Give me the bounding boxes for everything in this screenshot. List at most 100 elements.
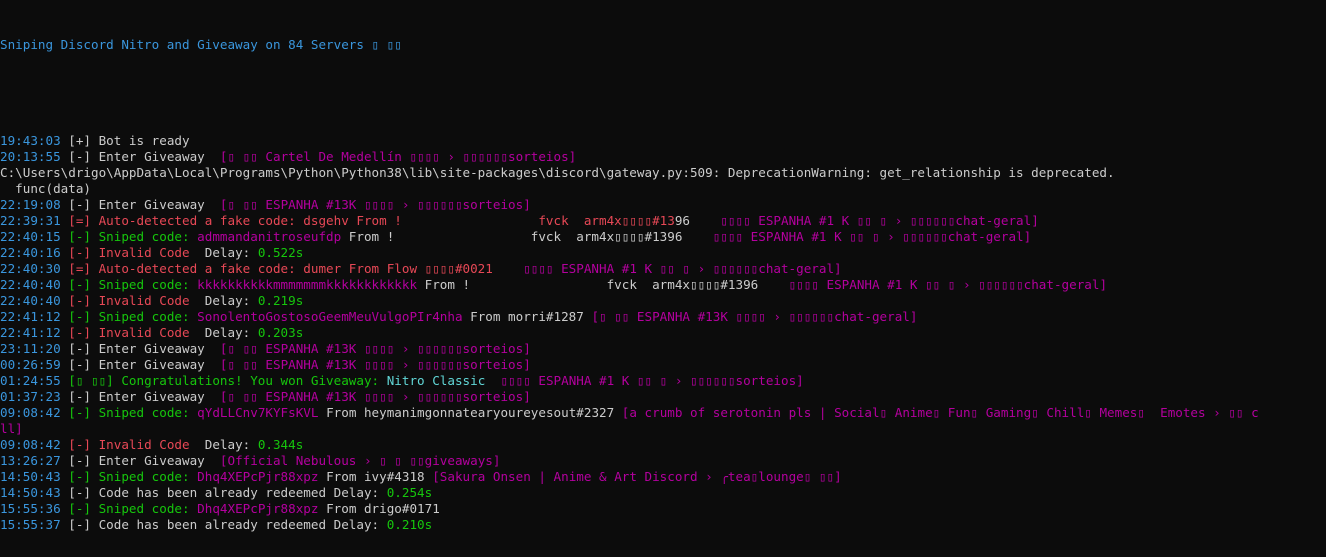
log-segment: [▯ ▯▯] Congratulations! You won Giveaway… xyxy=(60,373,387,388)
log-line: 01:37:23 [-] Enter Giveaway [▯ ▯▯ ESPANH… xyxy=(0,389,1326,405)
log-timestamp: 22:40:16 xyxy=(0,245,61,260)
log-segment: [-] Invalid Code xyxy=(60,325,205,340)
log-segment: ▯▯▯▯ ESPANHA #1 K ▯▯ ▯ › ▯▯▯▯▯▯chat-gera… xyxy=(712,229,1032,244)
log-segment: [-] Sniped code: xyxy=(60,309,198,324)
log-timestamp: 20:13:55 xyxy=(0,149,61,164)
log-timestamp: 22:39:31 xyxy=(0,213,61,228)
log-timestamp: 22:40:30 xyxy=(0,261,61,276)
log-segment: [-] Enter Giveaway xyxy=(60,149,220,164)
log-segment: qYdLLCnv7KYFsKVL xyxy=(197,405,319,420)
log-line: func(data) xyxy=(0,181,1326,197)
log-segment: 0.254s xyxy=(386,485,433,500)
log-segment: [-] Code has been already redeemed Delay… xyxy=(60,485,387,500)
log-segment: [Official Nebulous › ▯ ▯ ▯▯giveaways] xyxy=(219,453,501,468)
log-line: 22:41:12 [-] Sniped code: SonolentoGosto… xyxy=(0,309,1326,325)
log-segment: [-] Enter Giveaway xyxy=(60,389,220,404)
log-segment: ▯▯▯▯ ESPANHA #1 K ▯▯ ▯ › ▯▯▯▯▯▯sorteios] xyxy=(500,373,804,388)
log-segment: [▯ ▯▯ ESPANHA #13K ▯▯▯▯ › ▯▯▯▯▯▯sorteios… xyxy=(219,389,531,404)
log-segment: [▯ ▯▯ ESPANHA #13K ▯▯▯▯ › ▯▯▯▯▯▯sorteios… xyxy=(219,357,531,372)
log-line: 22:40:40 [-] Sniped code: kkkkkkkkkkmmmm… xyxy=(0,277,1326,293)
log-segment: From ! fvck arm4x▯▯▯▯#1396 xyxy=(341,229,713,244)
log-timestamp: 22:40:40 xyxy=(0,293,61,308)
log-segment: [▯ ▯▯ ESPANHA #13K ▯▯▯▯ › ▯▯▯▯▯▯chat-ger… xyxy=(591,309,918,324)
log-timestamp: 19:43:03 xyxy=(0,133,61,148)
log-line: 23:11:20 [-] Enter Giveaway [▯ ▯▯ ESPANH… xyxy=(0,341,1326,357)
log-segment: [-] Sniped code: xyxy=(60,229,198,244)
log-segment: [-] Sniped code: xyxy=(60,277,198,292)
log-timestamp: 14:50:43 xyxy=(0,469,61,484)
log-timestamp: 14:50:43 xyxy=(0,485,61,500)
log-segment: [-] Invalid Code xyxy=(60,437,205,452)
log-segment: [-] Invalid Code xyxy=(60,245,205,260)
log-segment: Dhq4XEPcPjr88xpz xyxy=(197,469,319,484)
log-timestamp: 13:26:27 xyxy=(0,453,61,468)
log-line: 14:50:43 [-] Sniped code: Dhq4XEPcPjr88x… xyxy=(0,469,1326,485)
log-segment: [Sakura Onsen | Anime & Art Discord › ╭t… xyxy=(432,469,842,484)
log-segment: [-] Enter Giveaway xyxy=(60,341,220,356)
log-line: 22:40:30 [=] Auto-detected a fake code: … xyxy=(0,261,1326,277)
log-segment: From ! fvck arm4x▯▯▯▯#1396 xyxy=(417,277,789,292)
log-line: 01:24:55 [▯ ▯▯] Congratulations! You won… xyxy=(0,373,1326,389)
log-timestamp: 09:08:42 xyxy=(0,405,61,420)
log-line: 15:55:37 [-] Code has been already redee… xyxy=(0,517,1326,533)
log-segment: Delay: xyxy=(204,293,258,308)
log-segment: [-] Sniped code: xyxy=(60,501,198,516)
log-segment: [-] Sniped code: xyxy=(60,469,198,484)
log-segment: Delay: xyxy=(204,245,258,260)
log-line: 00:26:59 [-] Enter Giveaway [▯ ▯▯ ESPANH… xyxy=(0,357,1326,373)
log-segment: [-] Code has been already redeemed Delay… xyxy=(60,517,387,532)
log-segment: [▯ ▯▯ ESPANHA #13K ▯▯▯▯ › ▯▯▯▯▯▯sorteios… xyxy=(219,197,531,212)
log-line: 09:08:42 [-] Sniped code: qYdLLCnv7KYFsK… xyxy=(0,405,1326,421)
log-segment: 96 xyxy=(674,213,721,228)
log-segment: func(data) xyxy=(0,181,91,196)
terminal-output[interactable]: Sniping Discord Nitro and Giveaway on 84… xyxy=(0,5,1326,549)
log-timestamp: 23:11:20 xyxy=(0,341,61,356)
log-line: 14:50:43 [-] Code has been already redee… xyxy=(0,485,1326,501)
log-segment: Delay: xyxy=(204,437,258,452)
log-timestamp: 22:41:12 xyxy=(0,325,61,340)
log-segment: From ivy#4318 xyxy=(318,469,433,484)
console-title: Sniping Discord Nitro and Giveaway on 84… xyxy=(0,37,402,52)
log-segment: C:\Users\drigo\AppData\Local\Programs\Py… xyxy=(0,165,1115,180)
log-segment: [=] Auto-detected a fake code: dumer Fro… xyxy=(60,261,524,276)
log-line: 09:08:42 [-] Invalid Code Delay: 0.344s xyxy=(0,437,1326,453)
log-segment: From morri#1287 xyxy=(462,309,592,324)
log-segment: Nitro Classic xyxy=(386,373,486,388)
log-segment: [-] Enter Giveaway xyxy=(60,197,220,212)
log-timestamp: 00:26:59 xyxy=(0,357,61,372)
log-segment: [-] Enter Giveaway xyxy=(60,453,220,468)
log-segment: 0.344s xyxy=(257,437,304,452)
log-line: 22:40:15 [-] Sniped code: admmandanitros… xyxy=(0,229,1326,245)
log-segment xyxy=(485,373,500,388)
log-segment: ▯▯▯▯ ESPANHA #1 K ▯▯ ▯ › ▯▯▯▯▯▯chat-gera… xyxy=(523,261,842,276)
log-timestamp: 22:40:15 xyxy=(0,229,61,244)
log-line: 15:55:36 [-] Sniped code: Dhq4XEPcPjr88x… xyxy=(0,501,1326,517)
log-segment: 0.203s xyxy=(257,325,304,340)
log-timestamp: 01:24:55 xyxy=(0,373,61,388)
log-segment: kkkkkkkkkkmmmmmmmkkkkkkkkkkkk xyxy=(197,277,418,292)
log-line: 22:41:12 [-] Invalid Code Delay: 0.203s xyxy=(0,325,1326,341)
log-timestamp: 22:19:08 xyxy=(0,197,61,212)
log-line: 22:19:08 [-] Enter Giveaway [▯ ▯▯ ESPANH… xyxy=(0,197,1326,213)
log-segment: [-] Enter Giveaway xyxy=(60,357,220,372)
log-timestamp: 22:40:40 xyxy=(0,277,61,292)
log-segment: SonolentoGostosoGeemMeuVulgoPIr4nha xyxy=(197,309,463,324)
log-timestamp: 15:55:37 xyxy=(0,517,61,532)
log-segment: [-] Sniped code: xyxy=(60,405,198,420)
log-segment: [a crumb of serotonin pls | Social▯ Anim… xyxy=(621,405,1259,420)
log-line: 22:40:16 [-] Invalid Code Delay: 0.522s xyxy=(0,245,1326,261)
log-line: 22:40:40 [-] Invalid Code Delay: 0.219s xyxy=(0,293,1326,309)
log-segment: ▯▯▯▯ ESPANHA #1 K ▯▯ ▯ › ▯▯▯▯▯▯chat-gera… xyxy=(720,213,1039,228)
log-segment: ll] xyxy=(0,421,23,436)
log-segment: [=] Auto-detected a fake code: dsgehv Fr… xyxy=(60,213,675,228)
log-line: ll] xyxy=(0,421,1326,437)
log-timestamp: 15:55:36 xyxy=(0,501,61,516)
log-segment: From drigo#0171 xyxy=(318,501,440,516)
log-segment: [-] Invalid Code xyxy=(60,293,205,308)
log-segment: 0.522s xyxy=(257,245,304,260)
log-lines: 19:43:03 [+] Bot is ready 20:13:55 [-] En… xyxy=(0,133,1326,533)
log-segment: admmandanitroseufdp xyxy=(197,229,342,244)
log-segment: From heymanimgonnatearyoureyesout#2327 xyxy=(318,405,622,420)
log-segment: Delay: xyxy=(204,325,258,340)
